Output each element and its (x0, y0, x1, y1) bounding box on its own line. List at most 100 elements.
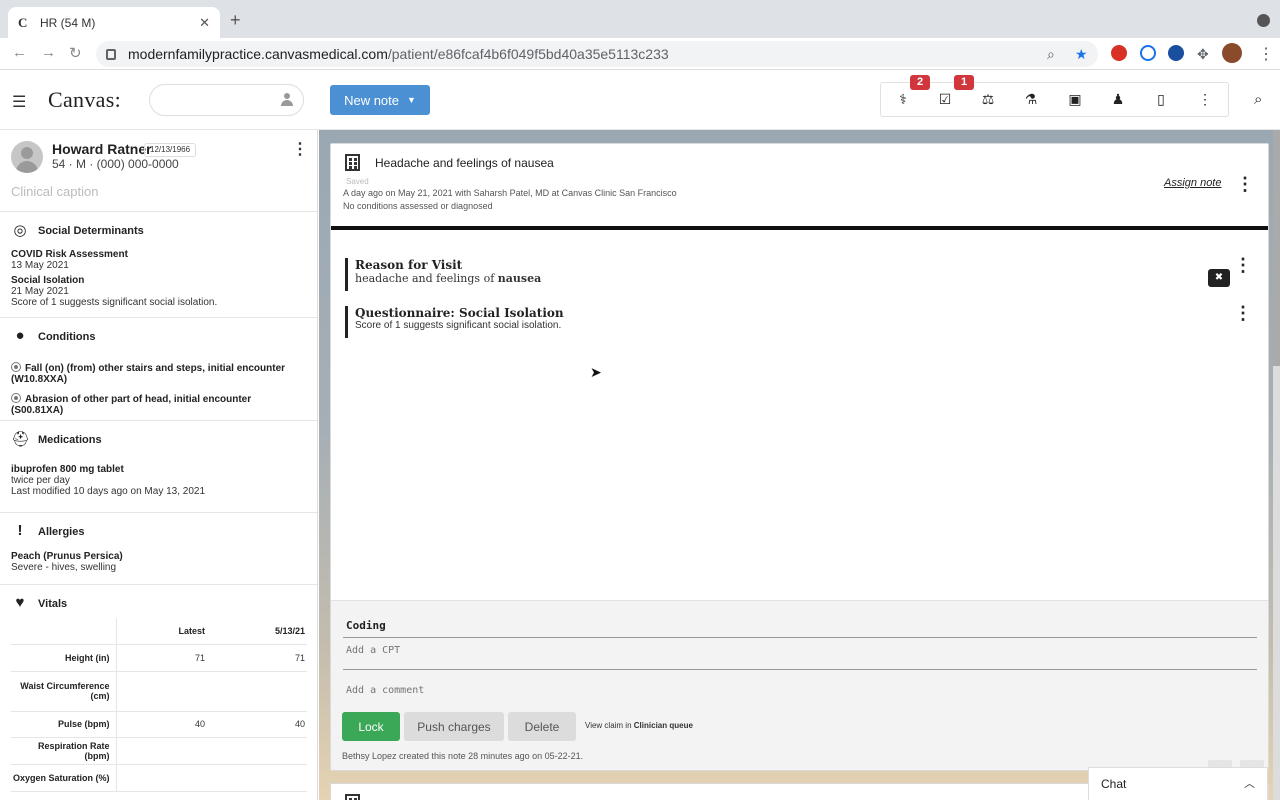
table-row[interactable]: Pulse (bpm) 40 40 (11, 711, 307, 738)
back-icon[interactable]: ← (12, 44, 27, 61)
patient-avatar (11, 141, 43, 173)
toolbar-more-icon[interactable]: ⋮ (1195, 91, 1215, 108)
browser-tabbar: C HR (54 M) ✕ + (0, 0, 1280, 38)
caduceus-count-badge: 2 (910, 75, 930, 90)
extension-red-icon[interactable] (1111, 45, 1127, 61)
section-title[interactable]: Conditions (38, 331, 95, 343)
vital-label: Oxygen Saturation (%) (11, 764, 117, 792)
referral-person-icon[interactable]: ♟ (1108, 91, 1128, 108)
extension-blue-icon[interactable] (1168, 45, 1184, 61)
vital-latest (116, 737, 208, 765)
scale-icon[interactable]: ⚖ (978, 91, 998, 108)
vital-latest: 71 (116, 644, 208, 672)
section-title[interactable]: Vitals (38, 598, 67, 610)
document-icon[interactable]: ▯ (1151, 91, 1171, 108)
medication-item[interactable]: ibuprofen 800 mg tablet twice per day La… (11, 464, 205, 497)
note-title[interactable]: Headache and feelings of nausea (375, 156, 554, 170)
reload-icon[interactable]: ↻ (69, 44, 82, 62)
vital-date-value (207, 737, 307, 765)
browser-tab[interactable]: C HR (54 M) ✕ (8, 7, 220, 38)
social-item[interactable]: COVID Risk Assessment 13 May 2021 (11, 249, 128, 271)
allergies-section: ! Allergies Peach (Prunus Persica) Sever… (0, 512, 317, 584)
reason-for-visit-command[interactable]: Reason for Visit headache and feelings o… (345, 258, 541, 291)
coding-section: Coding Lock Push charges Delete View cla… (331, 600, 1268, 770)
allergy-name: Peach (Prunus Persica) (11, 551, 123, 562)
patient-dob-badge: 12/13/1966 (144, 143, 197, 157)
note-meta: A day ago on May 21, 2021 with Saharsh P… (343, 188, 677, 198)
allergy-item[interactable]: Peach (Prunus Persica) Severe - hives, s… (11, 551, 123, 573)
cpt-input[interactable] (346, 645, 1246, 656)
command-menu-icon[interactable]: ⋮ (1234, 303, 1252, 324)
bookmark-star-icon[interactable]: ★ (1075, 46, 1088, 63)
condition-label: Abrasion of other part of head, initial … (11, 394, 252, 416)
questionnaire-command[interactable]: Questionnaire: Social Isolation Score of… (345, 306, 564, 338)
browser-menu-icon[interactable]: ⋮ (1258, 44, 1274, 64)
item-note: Score of 1 suggests significant social i… (11, 297, 218, 308)
push-charges-button[interactable]: Push charges (404, 712, 504, 741)
hamburger-menu-icon[interactable]: ☰ (12, 92, 26, 112)
condition-label: Fall (on) (from) other stairs and steps,… (11, 363, 286, 385)
section-title[interactable]: Allergies (38, 526, 84, 538)
patient-menu-icon[interactable]: ⋮ (292, 139, 308, 159)
tasks-count-badge: 1 (954, 75, 974, 90)
note-conditions-meta: No conditions assessed or diagnosed (343, 201, 493, 211)
scrollbar-thumb[interactable] (1273, 130, 1280, 366)
section-title[interactable]: Social Determinants (38, 225, 144, 237)
patient-name[interactable]: Howard Ratner (52, 141, 152, 157)
condition-status-icon (11, 393, 21, 403)
vital-label: Respiration Rate (bpm) (11, 737, 117, 765)
lab-flask-icon[interactable]: ⚗ (1021, 91, 1041, 108)
tab-search-icon[interactable] (1257, 14, 1270, 27)
clinician-queue-link[interactable]: Clinician queue (634, 721, 693, 730)
search-icon[interactable]: ⌕ (1254, 91, 1262, 108)
view-claim-text: View claim in Clinician queue (585, 721, 693, 730)
zoom-icon[interactable]: ⌕ (1047, 46, 1055, 63)
image-icon[interactable]: ▣ (1065, 91, 1085, 108)
social-item[interactable]: Social Isolation 21 May 2021 Score of 1 … (11, 275, 217, 308)
delete-command-icon[interactable]: ✖ (1208, 269, 1230, 287)
profile-avatar[interactable] (1222, 43, 1242, 63)
condition-item[interactable]: Abrasion of other part of head, initial … (11, 393, 301, 416)
command-body: headache and feelings of nausea (355, 272, 542, 285)
vital-date-value: 40 (207, 711, 307, 738)
table-row[interactable]: Height (in) 71 71 (11, 644, 307, 672)
exclamation-icon: ! (17, 522, 23, 539)
comment-input[interactable] (346, 685, 1246, 696)
building-icon (345, 154, 360, 171)
new-note-label: New note (344, 92, 399, 108)
item-date: 21 May 2021 (11, 286, 69, 297)
person-icon: ● (15, 327, 25, 344)
table-row[interactable]: Respiration Rate (bpm) (11, 737, 307, 765)
medical-caduceus-icon[interactable]: ⚕ (893, 91, 913, 108)
vital-date-value: 71 (207, 644, 307, 672)
forward-icon[interactable]: → (41, 44, 56, 61)
new-tab-icon[interactable]: + (230, 10, 241, 31)
address-bar[interactable]: modernfamilypractice.canvasmedical.com/p… (96, 41, 1098, 67)
clinical-caption[interactable]: Clinical caption (11, 184, 98, 199)
command-menu-icon[interactable]: ⋮ (1234, 255, 1252, 276)
condition-item[interactable]: Fall (on) (from) other stairs and steps,… (11, 362, 301, 385)
tab-close-icon[interactable]: ✕ (199, 15, 210, 31)
chevron-up-icon[interactable]: ︿ (1244, 775, 1255, 791)
patient-search-input[interactable] (149, 84, 304, 116)
note-created-info: Bethsy Lopez created this note 28 minute… (342, 751, 584, 761)
section-title[interactable]: Medications (38, 434, 102, 446)
chevron-down-icon: ▼ (407, 95, 416, 105)
table-row[interactable]: Waist Circumference (cm) (11, 671, 307, 712)
canvas-logo[interactable]: Canvas: (48, 87, 121, 113)
extensions-puzzle-icon[interactable]: ✥ (1197, 46, 1209, 63)
extension-password-icon[interactable] (1140, 45, 1156, 61)
note-menu-icon[interactable]: ⋮ (1236, 174, 1254, 195)
lock-button[interactable]: Lock (342, 712, 400, 741)
note-timeline: Headache and feelings of nausea Saved A … (319, 130, 1280, 800)
chat-widget[interactable]: Chat ︿ (1088, 767, 1268, 800)
item-name: COVID Risk Assessment (11, 249, 128, 260)
allergy-severity: Severe - hives, swelling (11, 562, 117, 573)
new-note-button[interactable]: New note ▼ (330, 85, 430, 115)
command-title: Reason for Visit (355, 258, 463, 272)
assign-note-link[interactable]: Assign note (1164, 177, 1221, 189)
scrollbar-track[interactable] (1273, 130, 1280, 800)
tasks-checkbox-icon[interactable]: ☑ (935, 91, 955, 108)
table-row[interactable]: Oxygen Saturation (%) (11, 764, 307, 792)
delete-note-button[interactable]: Delete (508, 712, 576, 741)
